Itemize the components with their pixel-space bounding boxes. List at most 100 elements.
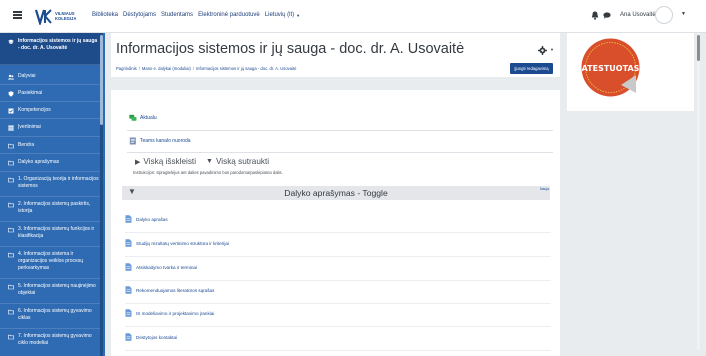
folder-icon	[8, 143, 14, 148]
sidebar-item-label: 7. Informacijos sistemų gyvavimo ciklo m…	[18, 333, 92, 346]
bell-icon[interactable]	[591, 11, 599, 20]
triangle-down-icon: ▼	[206, 158, 213, 165]
section-title: Dalyko aprašymas - Toggle	[284, 188, 388, 198]
turn-editing-on-button[interactable]: Įjungti redagavimą	[510, 63, 553, 74]
nav-link-destytojams[interactable]: Dėstytojams	[123, 12, 156, 18]
folder-icon	[8, 227, 14, 232]
chevron-down-icon: ▼	[296, 12, 301, 18]
sidebar-item-section-4[interactable]: 4. Informacijos sistema ir organizacijos…	[0, 247, 100, 279]
sidebar-item-section-6[interactable]: 6. Informacijos sistemų gyvavimo ciklas	[0, 304, 100, 329]
chevron-down-icon[interactable]: ▼	[681, 11, 686, 17]
chat-icon[interactable]	[603, 12, 611, 19]
sidebar-item-label: 4. Informacijos sistema ir organizacijos…	[18, 251, 84, 271]
sidebar-scrollbar[interactable]	[100, 33, 103, 356]
nav-link-parduotuve[interactable]: Elektroninė parduotuvė	[198, 12, 260, 18]
language-menu[interactable]: Lietuvių (lt) ▼	[265, 12, 300, 18]
divider	[125, 326, 551, 327]
sidebar-item-kompetencijos[interactable]: Kompetencijos	[0, 102, 100, 119]
folder-icon	[8, 177, 14, 182]
folder-icon	[8, 309, 14, 314]
sidebar-item-pasiekimai[interactable]: Pasiekimai	[0, 85, 100, 102]
activity-aktualu[interactable]: Aktualu	[129, 114, 157, 122]
resource-atsiskaitymo-tvarka[interactable]: Atsiskaitymo tvarka ir terminai	[125, 263, 197, 271]
folder-icon	[8, 160, 14, 165]
sidebar-item-section-2[interactable]: 2. Informacijos sistemų paskirtis, istor…	[0, 197, 100, 222]
sidebar-item-label: Dalyviai	[18, 73, 36, 79]
breadcrumb-separator: /	[192, 66, 194, 71]
course-header: Informacijos sistemos ir jų sauga - doc.…	[111, 33, 560, 77]
avatar[interactable]	[655, 6, 673, 24]
sidebar-item-section-7[interactable]: 7. Informacijos sistemų gyvavimo ciklo m…	[0, 329, 100, 356]
triangle-right-icon: ▶	[135, 158, 141, 166]
gear-icon[interactable]	[538, 46, 547, 55]
sidebar-item-label: Dalyko aprašymas	[18, 159, 60, 165]
chevron-down-icon[interactable]: ▼	[550, 47, 554, 52]
expand-all-button[interactable]: ▶ Viską išskleisti	[135, 157, 196, 166]
file-icon	[125, 309, 132, 317]
file-icon	[125, 215, 132, 223]
collapse-all-button[interactable]: ▼ Viską sutraukti	[206, 157, 269, 166]
resource-literaturos-sarasas[interactable]: Rekomenduojamos literatūros sąrašas	[125, 286, 214, 294]
breadcrumb-course[interactable]: Informacijos sistemos ir jų sauga - doc.…	[196, 66, 297, 71]
sidebar-item-label: Informacijos sistemos ir jų sauga - doc.…	[18, 38, 98, 51]
divider	[125, 350, 551, 351]
sidebar-scrollbar-thumb[interactable]	[100, 35, 103, 125]
nav-link-studentams[interactable]: Studentams	[161, 12, 193, 18]
sidebar-item-label: 2. Informacijos sistemų paskirtis, istor…	[18, 201, 91, 214]
page-title: Informacijos sistemos ir jų sauga - doc.…	[116, 41, 465, 57]
sidebar-item-section-3[interactable]: 3. Informacijos sistemų funkcijos ir kla…	[0, 222, 100, 247]
resource-label: Dalyko aprašas	[136, 216, 168, 222]
forum-icon	[129, 114, 137, 121]
section-toggle[interactable]: ▼ Dalyko aprašymas - Toggle Nauja	[122, 186, 550, 200]
page-scrollbar-thumb[interactable]	[697, 35, 700, 61]
checkbox-icon	[8, 108, 14, 113]
divider	[125, 280, 551, 281]
folder-icon	[8, 202, 14, 207]
resource-dalyko-aprasas[interactable]: Dalyko aprašas	[125, 215, 168, 223]
sidebar-item-section-1[interactable]: 1. Organizacijų teorija ir informacijos …	[0, 172, 100, 197]
sidebar-item-ivertinimai[interactable]: Įvertinimai	[0, 119, 100, 137]
top-navbar: VILNIAUS KOLEGIJA Biblioteka Dėstytojams …	[0, 0, 706, 33]
course-content: Aktualu Teams kanalo nuoroda ▶ Viską išsk…	[111, 90, 560, 356]
graduation-cap-icon	[8, 39, 14, 44]
sidebar-item-dalyviai[interactable]: Dalyviai	[0, 68, 100, 85]
breadcrumb-my-courses[interactable]: Mano e. dalykai (moduliai)	[142, 66, 191, 71]
sidebar-item-dalyko-aprasymas[interactable]: Dalyko aprašymas	[0, 154, 100, 172]
divider	[125, 232, 551, 233]
sidebar-item-label: 6. Informacijos sistemų gyvavimo ciklas	[18, 308, 92, 321]
nav-link-biblioteka[interactable]: Biblioteka	[92, 12, 118, 18]
divider	[125, 256, 551, 257]
page-scrollbar[interactable]	[697, 33, 700, 350]
activity-label: Teams kanalo nuoroda	[140, 138, 191, 144]
hamburger-icon[interactable]	[13, 11, 22, 19]
sidebar-item-section-5[interactable]: 5. Informacijos sistemų naujinėjimo obje…	[0, 279, 100, 304]
right-block: ATESTUOTAS	[567, 33, 694, 111]
breadcrumb-home[interactable]: Pagrindinis	[116, 66, 137, 71]
sidebar-item-label: Įvertinimai	[18, 124, 41, 130]
resource-destytojos-kontaktai[interactable]: Dėstytojos kontaktai	[125, 333, 177, 341]
users-icon	[8, 74, 14, 79]
divider	[127, 130, 553, 131]
resource-is-irankiai[interactable]: IS modeliavimo ir projektavimo įrankiai	[125, 309, 214, 317]
resource-label: Atsiskaitymo tvarka ir terminai	[136, 264, 198, 270]
user-name[interactable]: Ana Usovaitė	[620, 12, 656, 18]
folder-icon	[8, 284, 14, 289]
sidebar-item-bendra[interactable]: Bendra	[0, 137, 100, 154]
resource-label: Rekomenduojamos literatūros sąrašas	[136, 287, 215, 293]
divider	[127, 152, 553, 153]
sidebar-item-course[interactable]: Informacijos sistemos ir jų sauga - doc.…	[0, 33, 100, 65]
file-icon	[125, 263, 132, 271]
activity-teams-link[interactable]: Teams kanalo nuoroda	[129, 137, 191, 145]
file-icon	[125, 286, 132, 294]
grid-icon	[8, 125, 14, 131]
folder-icon	[8, 252, 14, 257]
logo[interactable]: VILNIAUS KOLEGIJA	[35, 8, 76, 25]
resource-vertinimo-struktura[interactable]: Studijų rezultatų vertinimo struktūra ir…	[125, 239, 229, 247]
resource-label: Studijų rezultatų vertinimo struktūra ir…	[136, 240, 229, 246]
link-icon	[129, 137, 136, 145]
shield-icon	[8, 90, 14, 97]
sidebar-item-label: Pasiekimai	[18, 90, 43, 96]
resource-label: Dėstytojos kontaktai	[136, 334, 178, 340]
expand-collapse-controls: ▶ Viską išskleisti ▼ Viską sutraukti	[135, 157, 269, 166]
language-label: Lietuvių (lt)	[264, 12, 295, 18]
